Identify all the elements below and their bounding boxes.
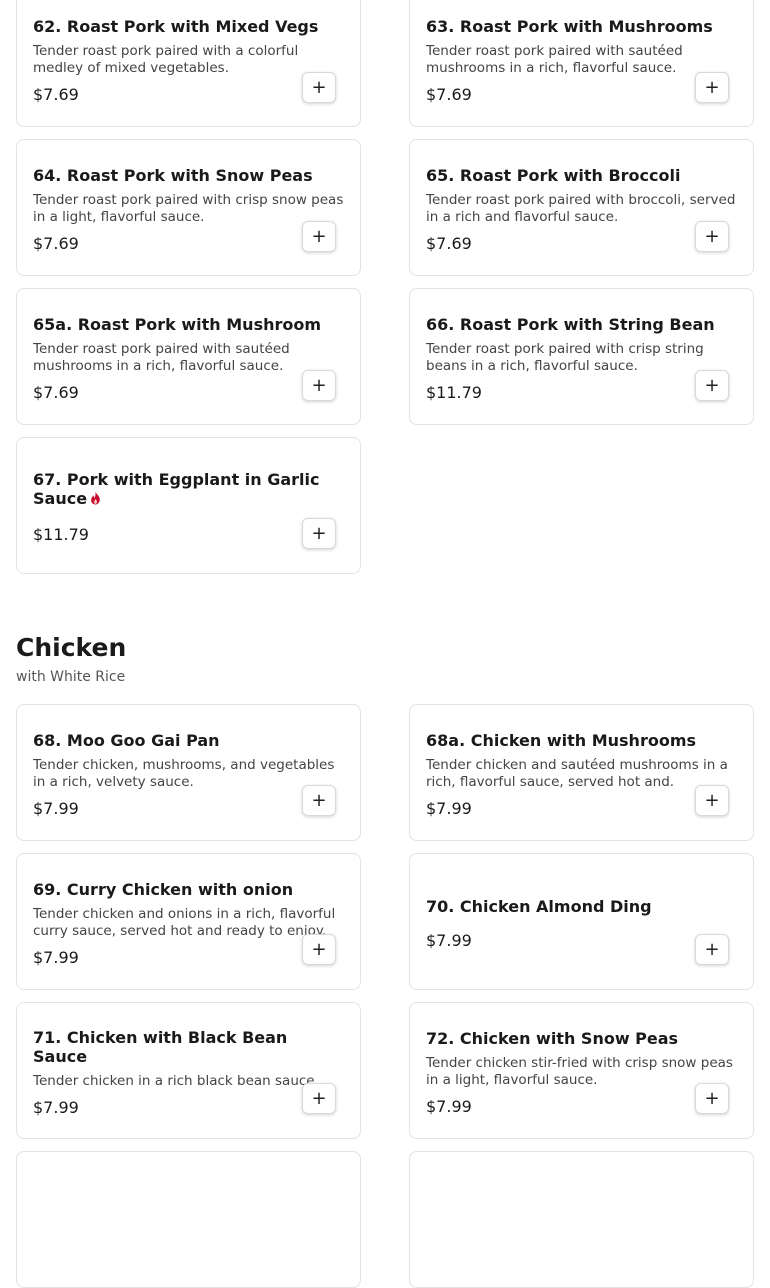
item-description: Tender roast pork paired with crisp stri… — [426, 341, 704, 374]
menu-item-card[interactable]: 64. Roast Pork with Snow Peas Tender roa… — [16, 139, 361, 276]
item-title: 67. Pork with Eggplant in Garlic Sauce — [33, 470, 330, 509]
item-description: Tender roast pork paired with crisp snow… — [33, 192, 344, 225]
item-title-text: 67. Pork with Eggplant in Garlic Sauce — [33, 470, 320, 508]
add-to-cart-button[interactable]: + — [302, 72, 336, 103]
menu-item-card[interactable] — [16, 1151, 361, 1288]
item-description: Tender chicken and sautéed mushrooms in … — [426, 757, 728, 790]
item-title: 65. Roast Pork with Broccoli — [426, 166, 681, 185]
item-description: Tender roast pork paired with sautéed mu… — [33, 341, 290, 374]
menu-item-card[interactable]: 68a. Chicken with Mushrooms Tender chick… — [409, 704, 754, 841]
item-description: Tender chicken and onions in a rich, fla… — [33, 906, 336, 939]
add-to-cart-button[interactable]: + — [695, 221, 729, 252]
item-description: Tender roast pork paired with a colorful… — [33, 43, 299, 76]
add-to-cart-button[interactable]: + — [695, 934, 729, 965]
add-to-cart-button[interactable]: + — [302, 518, 336, 549]
item-title: 71. Chicken with Black Bean Sauce — [33, 1028, 288, 1066]
item-description: Tender chicken in a rich black bean sauc… — [33, 1073, 319, 1089]
item-title: 69. Curry Chicken with onion — [33, 880, 294, 899]
item-title: 72. Chicken with Snow Peas — [426, 1029, 679, 1048]
item-title: 63. Roast Pork with Mushrooms — [426, 17, 713, 36]
menu-item-card[interactable]: 62. Roast Pork with Mixed Vegs Tender ro… — [16, 0, 361, 127]
add-to-cart-button[interactable]: + — [302, 221, 336, 252]
add-to-cart-button[interactable]: + — [695, 370, 729, 401]
menu-item-card[interactable]: 63. Roast Pork with Mushrooms Tender roa… — [409, 0, 754, 127]
menu-item-card[interactable]: 70. Chicken Almond Ding $7.99 + — [409, 853, 754, 990]
menu-item-card[interactable]: 71. Chicken with Black Bean Sauce Tender… — [16, 1002, 361, 1139]
item-title: 70. Chicken Almond Ding — [426, 897, 652, 916]
item-price: $11.79 — [33, 525, 89, 544]
section-title: Chicken — [16, 633, 127, 662]
item-description: Tender chicken stir-fried with crisp sno… — [426, 1055, 733, 1088]
item-title: 65a. Roast Pork with Mushroom — [33, 315, 322, 334]
add-to-cart-button[interactable]: + — [302, 370, 336, 401]
add-to-cart-button[interactable]: + — [302, 934, 336, 965]
menu-item-card[interactable]: 68. Moo Goo Gai Pan Tender chicken, mush… — [16, 704, 361, 841]
item-price: $7.69 — [33, 85, 79, 104]
menu-item-card[interactable]: 66. Roast Pork with String Bean Tender r… — [409, 288, 754, 425]
spicy-flame-icon — [89, 490, 102, 509]
item-title: 68. Moo Goo Gai Pan — [33, 731, 220, 750]
item-price: $7.99 — [33, 948, 79, 967]
menu-item-card[interactable]: 65a. Roast Pork with Mushroom Tender roa… — [16, 288, 361, 425]
menu-item-card[interactable]: 72. Chicken with Snow Peas Tender chicke… — [409, 1002, 754, 1139]
add-to-cart-button[interactable]: + — [695, 72, 729, 103]
menu-item-card[interactable]: 65. Roast Pork with Broccoli Tender roas… — [409, 139, 754, 276]
item-price: $7.69 — [33, 383, 79, 402]
item-description: Tender roast pork paired with broccoli, … — [426, 192, 736, 225]
item-price: $11.79 — [426, 383, 482, 402]
item-description: Tender roast pork paired with sautéed mu… — [426, 43, 683, 76]
item-price: $7.99 — [426, 1097, 472, 1116]
item-price: $7.99 — [33, 799, 79, 818]
add-to-cart-button[interactable]: + — [695, 785, 729, 816]
menu-item-card[interactable]: 67. Pork with Eggplant in Garlic Sauce $… — [16, 437, 361, 574]
item-description: Tender chicken, mushrooms, and vegetable… — [33, 757, 335, 790]
item-price: $7.99 — [426, 931, 472, 950]
section-subtitle: with White Rice — [16, 669, 126, 685]
item-price: $7.69 — [33, 234, 79, 253]
item-title: 66. Roast Pork with String Bean — [426, 315, 715, 334]
item-price: $7.99 — [426, 799, 472, 818]
item-title: 62. Roast Pork with Mixed Vegs — [33, 17, 319, 36]
add-to-cart-button[interactable]: + — [302, 785, 336, 816]
menu-item-card[interactable] — [409, 1151, 754, 1288]
item-price: $7.99 — [33, 1098, 79, 1117]
add-to-cart-button[interactable]: + — [695, 1083, 729, 1114]
item-price: $7.69 — [426, 85, 472, 104]
item-title: 68a. Chicken with Mushrooms — [426, 731, 697, 750]
item-title: 64. Roast Pork with Snow Peas — [33, 166, 313, 185]
add-to-cart-button[interactable]: + — [302, 1083, 336, 1114]
menu-item-card[interactable]: 69. Curry Chicken with onion Tender chic… — [16, 853, 361, 990]
item-price: $7.69 — [426, 234, 472, 253]
